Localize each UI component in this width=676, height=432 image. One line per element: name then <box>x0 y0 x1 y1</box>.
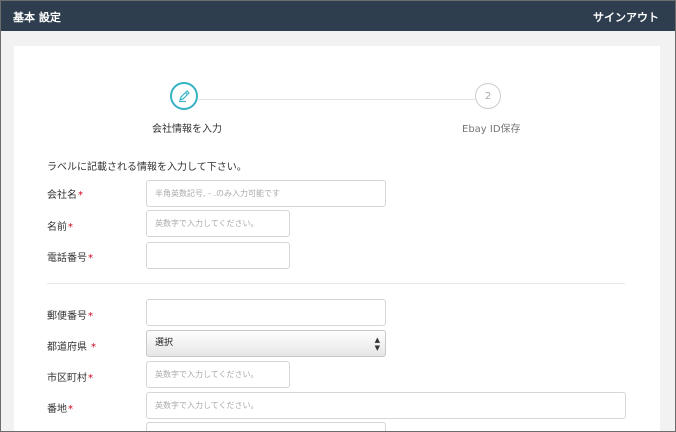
top-bar: 基本 設定 サインアウト <box>1 1 675 31</box>
app-window: 基本 設定 サインアウト 2 会社情報を入力 Ebay ID保存 ラベルに記載さ… <box>0 0 676 432</box>
prefecture-selected-value: 選択 <box>155 338 174 348</box>
required-mark: * <box>68 404 73 415</box>
section-divider <box>47 283 625 284</box>
step-2-label: Ebay ID保存 <box>462 124 521 135</box>
required-mark: * <box>68 222 73 233</box>
company-name-label: 会社名* <box>47 190 83 201</box>
name-label: 名前* <box>47 222 73 233</box>
form-intro: ラベルに記載される情報を入力して下さい。 <box>47 162 247 173</box>
required-mark: * <box>88 253 93 264</box>
address-input[interactable]: 英数字で入力してください。 <box>146 392 626 419</box>
city-label: 市区町村* <box>47 373 93 384</box>
prefecture-select[interactable]: 選択 ▲ ▼ <box>146 330 386 357</box>
name-input[interactable]: 英数字で入力してください。 <box>146 210 290 237</box>
required-mark: * <box>78 190 83 201</box>
step-2-indicator: 2 <box>475 83 501 109</box>
sign-out-link[interactable]: サインアウト <box>593 9 659 25</box>
next-field-input[interactable] <box>146 422 386 431</box>
required-mark: * <box>88 311 93 322</box>
company-name-input[interactable]: 半角英数記号, - .のみ入力可能です <box>146 180 386 207</box>
address-label: 番地* <box>47 404 73 415</box>
required-mark: * <box>88 373 93 384</box>
prefecture-label: 都道府県 * <box>47 342 96 353</box>
phone-input[interactable] <box>146 242 290 269</box>
required-mark: * <box>91 342 96 353</box>
pencil-icon <box>179 90 190 103</box>
postal-code-label: 郵便番号* <box>47 311 93 322</box>
postal-code-input[interactable] <box>146 299 386 326</box>
step-1-indicator <box>170 82 198 110</box>
page-title: 基本 設定 <box>13 11 61 24</box>
step-2-number: 2 <box>484 90 492 102</box>
form-card: 2 会社情報を入力 Ebay ID保存 ラベルに記載される情報を入力して下さい。… <box>14 46 660 431</box>
step-1-label: 会社情報を入力 <box>152 124 222 135</box>
phone-label: 電話番号* <box>47 253 93 264</box>
city-input[interactable]: 英数字で入力してください。 <box>146 361 290 388</box>
select-arrows-icon: ▲ ▼ <box>374 335 380 352</box>
stepper-line <box>199 99 475 100</box>
